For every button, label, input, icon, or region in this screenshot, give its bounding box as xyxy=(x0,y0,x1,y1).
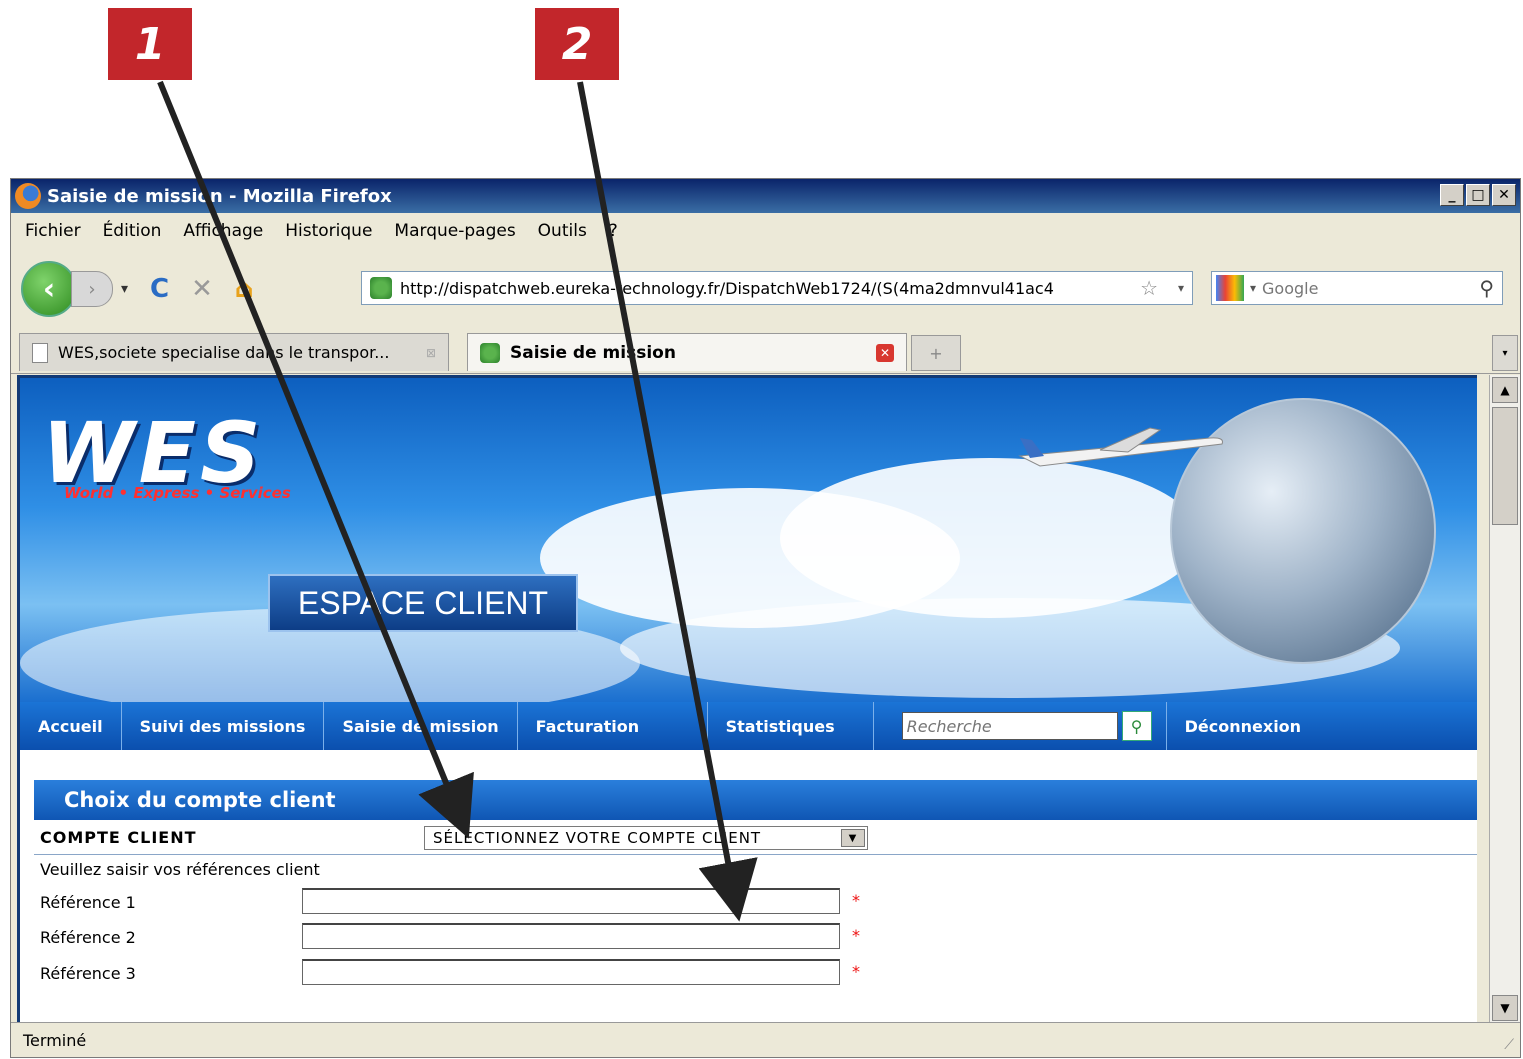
firefox-icon xyxy=(15,183,41,209)
compte-client-select[interactable]: SÉLECTIONNEZ VOTRE COMPTE CLIENT ▼ xyxy=(424,826,868,850)
compte-client-label: COMPTE CLIENT xyxy=(40,828,197,847)
tab-wes[interactable]: WES,societe specialise dans le transpor.… xyxy=(19,333,449,371)
scroll-down-button[interactable]: ▼ xyxy=(1492,995,1518,1021)
page-icon xyxy=(32,342,48,363)
reference-3-input[interactable] xyxy=(302,959,840,985)
tab-saisie[interactable]: Saisie de mission ✕ xyxy=(467,333,907,371)
chevron-down-icon[interactable]: ▼ xyxy=(841,829,865,847)
reference-1-label: Référence 1 xyxy=(40,893,136,912)
required-marker: * xyxy=(852,891,860,910)
nav-saisie[interactable]: Saisie de mission xyxy=(324,702,518,750)
window-title: Saisie de mission - Mozilla Firefox xyxy=(47,185,392,207)
nav-suivi[interactable]: Suivi des missions xyxy=(122,702,325,750)
espace-client-badge: ESPACE CLIENT xyxy=(268,574,578,632)
back-arrow-icon: ‹ xyxy=(42,271,56,307)
site-search-input[interactable] xyxy=(901,712,1118,740)
stop-icon[interactable]: ✕ xyxy=(191,274,213,304)
instruction-text: Veuillez saisir vos références client xyxy=(40,860,320,879)
reload-icon[interactable]: C xyxy=(150,274,169,304)
select-value: SÉLECTIONNEZ VOTRE COMPTE CLIENT xyxy=(433,829,762,847)
menu-edition[interactable]: Édition xyxy=(103,221,162,241)
reference-2-input[interactable] xyxy=(302,923,840,949)
url-text: http://dispatchweb.eureka-technology.fr/… xyxy=(400,278,1054,298)
required-marker: * xyxy=(852,962,860,981)
status-text: Terminé xyxy=(23,1030,87,1050)
wes-tagline: World • Express • Services xyxy=(64,484,291,502)
status-bar: Terminé ⟋ xyxy=(11,1022,1520,1057)
search-placeholder: Google xyxy=(1262,278,1319,298)
cloud xyxy=(780,458,1200,618)
tab-list-button[interactable]: ▾ xyxy=(1492,335,1518,371)
airplane-image xyxy=(1018,427,1223,467)
reference-1-input[interactable] xyxy=(302,888,840,914)
browser-window: Saisie de mission - Mozilla Firefox _ □ … xyxy=(10,178,1521,1058)
scroll-up-button[interactable]: ▲ xyxy=(1492,377,1518,403)
page-content: WES World • Express • Services ESPACE CL… xyxy=(17,375,1477,1026)
navigation-toolbar: ‹ › ▾ C ✕ ⌂ http://dispatchweb.eureka-te… xyxy=(11,249,1520,329)
back-button[interactable]: ‹ xyxy=(21,261,77,317)
title-bar: Saisie de mission - Mozilla Firefox _ □ … xyxy=(11,179,1520,213)
section-title: Choix du compte client xyxy=(34,780,1477,820)
tab-close-icon[interactable]: ⊠ xyxy=(426,346,436,360)
site-search-icon[interactable]: ⚲ xyxy=(1121,711,1152,741)
site-favicon-icon xyxy=(370,277,392,299)
url-dropdown-icon[interactable]: ▾ xyxy=(1178,281,1184,295)
vertical-scrollbar[interactable]: ▲ ▼ xyxy=(1489,375,1520,1023)
tab-label: WES,societe specialise dans le transpor.… xyxy=(58,343,390,362)
engine-dropdown-icon[interactable]: ▾ xyxy=(1250,281,1256,295)
google-engine-icon[interactable] xyxy=(1216,275,1244,301)
menu-fichier[interactable]: Fichier xyxy=(25,221,81,241)
minimize-button[interactable]: _ xyxy=(1440,184,1464,206)
site-banner: WES World • Express • Services ESPACE CL… xyxy=(20,378,1477,702)
menu-marque-pages[interactable]: Marque-pages xyxy=(394,221,515,241)
tab-label: Saisie de mission xyxy=(510,342,676,363)
menu-help[interactable]: ? xyxy=(609,221,618,241)
bookmark-star-icon[interactable]: ☆ xyxy=(1140,276,1158,300)
tab-close-icon[interactable]: ✕ xyxy=(876,343,894,362)
callout-1: 1 xyxy=(108,8,192,80)
search-bar[interactable]: ▾ Google ⚲ xyxy=(1211,271,1503,305)
menu-bar: Fichier Édition Affichage Historique Mar… xyxy=(11,215,1520,247)
nav-accueil[interactable]: Accueil xyxy=(20,702,122,750)
nav-deconnexion[interactable]: Déconnexion xyxy=(1165,702,1319,750)
forward-button[interactable]: › xyxy=(71,271,113,307)
url-bar[interactable]: http://dispatchweb.eureka-technology.fr/… xyxy=(361,271,1193,305)
required-marker: * xyxy=(852,926,860,945)
resize-grip-icon[interactable]: ⟋ xyxy=(1504,1037,1514,1053)
menu-affichage[interactable]: Affichage xyxy=(183,221,263,241)
scroll-thumb[interactable] xyxy=(1492,407,1518,525)
reference-3-label: Référence 3 xyxy=(40,964,136,983)
callout-2: 2 xyxy=(535,8,619,80)
close-button[interactable]: ✕ xyxy=(1492,184,1516,206)
tab-bar: WES,societe specialise dans le transpor.… xyxy=(11,329,1520,374)
nav-statistiques[interactable]: Statistiques xyxy=(708,702,874,750)
divider xyxy=(34,854,1477,855)
site-favicon-icon xyxy=(480,342,500,363)
nav-facturation[interactable]: Facturation xyxy=(518,702,708,750)
site-nav: Accueil Suivi des missions Saisie de mis… xyxy=(20,702,1477,750)
home-icon[interactable]: ⌂ xyxy=(235,274,254,304)
menu-historique[interactable]: Historique xyxy=(285,221,372,241)
new-tab-button[interactable]: + xyxy=(911,335,961,371)
dropdown-history-icon[interactable]: ▾ xyxy=(121,281,128,297)
reference-2-label: Référence 2 xyxy=(40,928,136,947)
maximize-button[interactable]: □ xyxy=(1466,184,1490,206)
search-icon[interactable]: ⚲ xyxy=(1479,276,1494,300)
menu-outils[interactable]: Outils xyxy=(538,221,587,241)
forward-arrow-icon: › xyxy=(88,278,96,300)
